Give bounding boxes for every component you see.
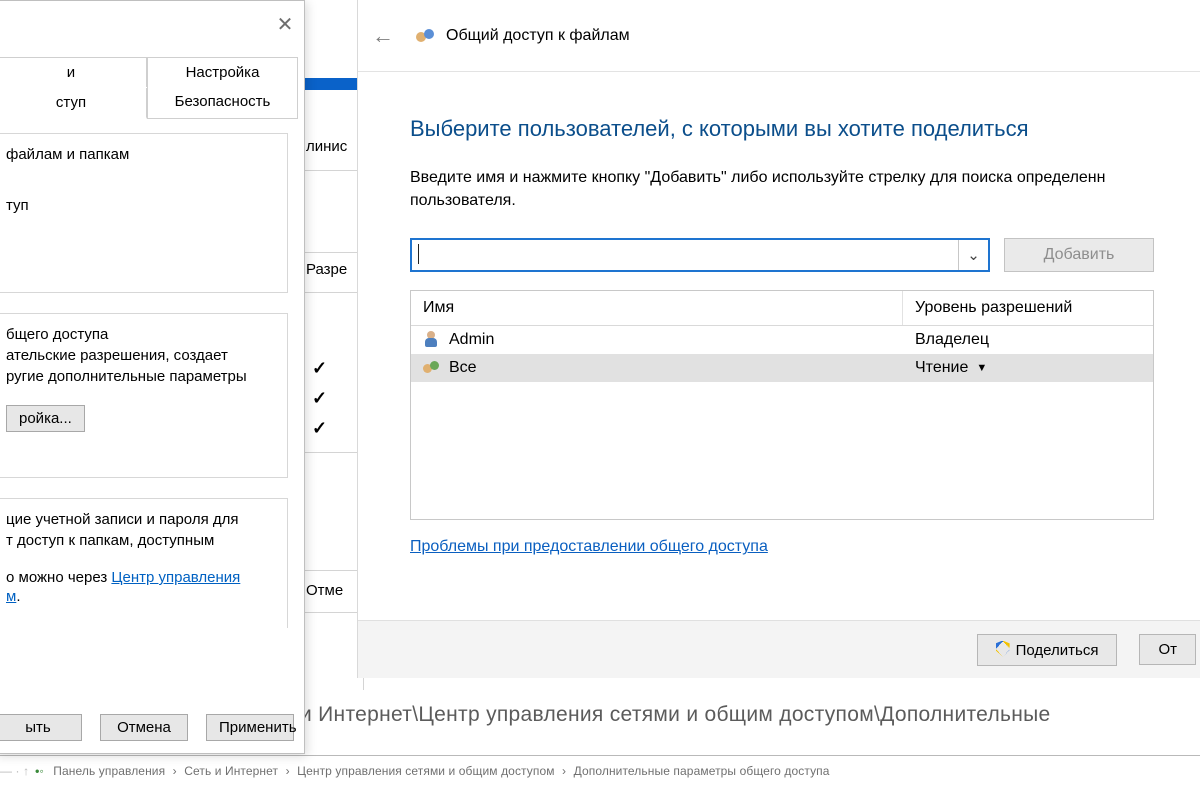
shield-icon [996,641,1010,657]
dialog-header: ← Общий доступ к файлам [358,0,1200,72]
user-name: Все [449,359,477,377]
permission-dropdown[interactable]: Чтение ▼ [903,354,1153,382]
label: т доступ к папкам, доступным [6,530,277,551]
label: ругие дополнительные параметры [6,366,277,387]
selected-row-highlight [304,78,363,90]
file-sharing-dialog: ← Общий доступ к файлам Выберите пользов… [357,0,1200,678]
group-icon [423,359,441,377]
properties-body: файлам и папкам туп бщего доступа ательс… [0,123,298,693]
group-password-protection: цие учетной записи и пароля для т доступ… [0,498,288,628]
label: о можно через Центр управления [6,567,277,588]
user-name: Admin [449,331,494,349]
dialog-buttons: ыть Отмена Применить [0,714,298,741]
user-name-combobox[interactable]: ⌄ [410,238,990,272]
background-path-fragment: и Интернет\Центр управления сетями и общ… [300,703,1200,727]
checkmark-icon: ✓ [312,358,327,379]
label: файлам и папкам [6,144,277,165]
network-center-link[interactable]: м [6,588,16,605]
add-button[interactable]: Добавить [1004,238,1154,272]
properties-dialog: ✕ и Настройка ступ Безопасность файлам и… [0,0,305,754]
bg-label-fragment: Отме [306,582,343,599]
table-row[interactable]: Admin Владелец [411,326,1153,354]
advanced-settings-button[interactable]: ройка... [6,405,85,432]
tab-security[interactable]: Безопасность [147,87,298,118]
back-button[interactable]: ← [370,23,396,49]
tab-general[interactable]: и [0,57,147,87]
instruction-text: Введите имя и нажмите кнопку "Добавить" … [410,166,1154,212]
table-row[interactable]: Все Чтение ▼ [411,354,1153,382]
breadcrumb-item[interactable]: Сеть и Интернет [184,764,278,778]
breadcrumb-item[interactable]: Дополнительные параметры общего доступа [574,764,830,778]
dialog-footer: Поделиться От [358,620,1200,678]
close-button[interactable]: ыть [0,714,82,741]
chevron-down-icon: ▼ [976,362,987,374]
people-icon [416,26,436,46]
user-icon [423,331,441,349]
label: ательские разрешения, создает [6,345,277,366]
label: цие учетной записи и пароля для [6,509,277,530]
background-panel: линис Разре ✓ ✓ ✓ Отме [304,0,364,690]
page-heading: Выберите пользователей, с которыми вы хо… [410,116,1154,142]
permission-level: Владелец [903,326,1153,354]
permissions-table: Имя Уровень разрешений Admin Владелец Вс… [410,290,1154,520]
label: туп [6,195,277,216]
chevron-down-icon[interactable]: ⌄ [958,240,988,270]
breadcrumb-item[interactable]: Панель управления [53,764,165,778]
cancel-button[interactable]: Отмена [100,714,188,741]
breadcrumb-item[interactable]: Центр управления сетями и общим доступом [297,764,555,778]
group-advanced-sharing: бщего доступа ательские разрешения, созд… [0,313,288,478]
divider [0,755,1200,756]
network-center-link[interactable]: Центр управления [111,569,240,586]
dialog-title: Общий доступ к файлам [446,27,630,45]
bg-label-fragment: Разре [306,261,347,278]
text-cursor [418,244,420,264]
tab-access[interactable]: ступ [0,88,147,119]
share-button[interactable]: Поделиться [977,634,1118,666]
tabs: и Настройка ступ Безопасность [0,57,298,119]
cancel-button[interactable]: От [1139,634,1196,665]
group-simple-sharing: файлам и папкам туп [0,133,288,293]
label: бщего доступа [6,324,277,345]
checkmark-icon: ✓ [312,418,327,439]
bg-label-fragment: линис [306,138,347,155]
checkmark-icon: ✓ [312,388,327,409]
column-header-name[interactable]: Имя [411,291,903,325]
close-button[interactable]: ✕ [271,10,299,38]
sharing-troubleshoot-link[interactable]: Проблемы при предоставлении общего досту… [410,538,768,555]
apply-button[interactable]: Применить [206,714,294,741]
breadcrumb: — · ↑•◦ Панель управления › Сеть и Интер… [0,764,1200,778]
tab-settings[interactable]: Настройка [147,57,298,87]
column-header-permission[interactable]: Уровень разрешений [903,291,1153,325]
